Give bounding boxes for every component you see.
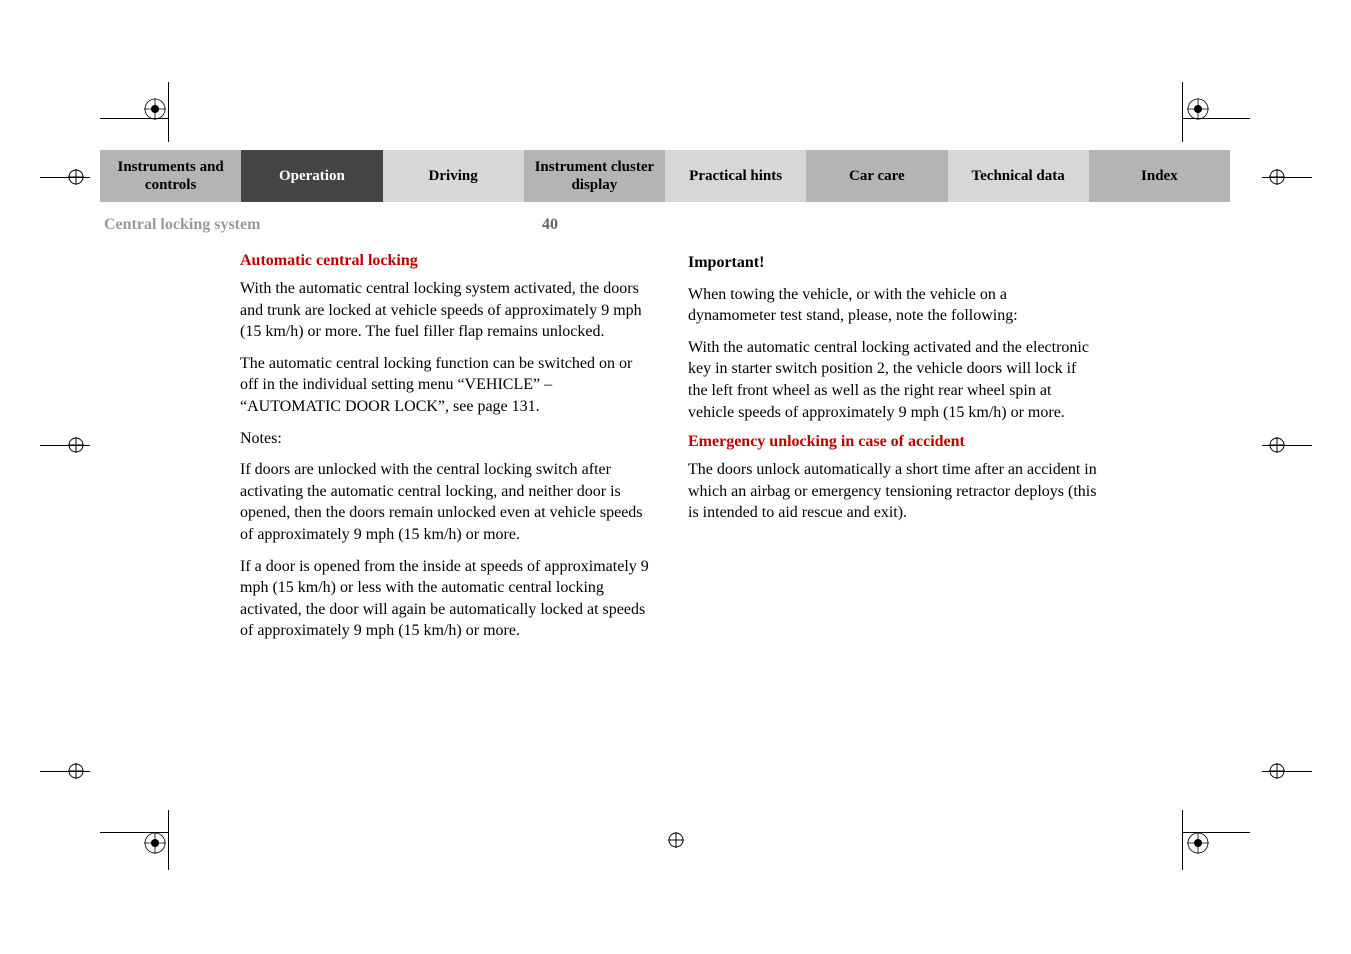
para-notes-2: If a door is opened from the inside at s… xyxy=(240,556,650,642)
page-header: Central locking system 40 xyxy=(100,216,1230,234)
label-notes: Notes: xyxy=(240,428,650,450)
page-number: 40 xyxy=(542,216,582,234)
label-important: Important! xyxy=(688,252,1098,274)
inner-rule-left-h xyxy=(100,118,168,119)
content-columns: Automatic central locking With the autom… xyxy=(100,242,1230,652)
crop-target-bottom xyxy=(668,832,684,848)
inner-rule-right-v2 xyxy=(1182,810,1183,870)
crop-line-tr-h xyxy=(1262,177,1312,178)
tab-bar: Instruments and controls Operation Drivi… xyxy=(100,150,1230,202)
inner-rule-left-v2 xyxy=(168,810,169,870)
para-important-2: With the automatic central locking activ… xyxy=(688,337,1098,423)
tab-driving[interactable]: Driving xyxy=(383,150,524,202)
tab-instruments-controls[interactable]: Instruments and controls xyxy=(100,150,241,202)
reg-mark-br xyxy=(1187,832,1209,854)
crop-line-mr-h xyxy=(1262,445,1312,446)
section-title: Central locking system xyxy=(100,216,542,234)
para-acl-switch: The automatic central locking function c… xyxy=(240,353,650,418)
page-frame: Instruments and controls Operation Drivi… xyxy=(100,150,1230,652)
para-emergency-unlocking: The doors unlock automatically a short t… xyxy=(688,459,1098,524)
reg-mark-tl xyxy=(144,98,166,120)
inner-rule-left-v xyxy=(168,82,169,142)
column-left: Automatic central locking With the autom… xyxy=(240,242,670,652)
para-important-1: When towing the vehicle, or with the veh… xyxy=(688,284,1098,327)
tab-operation[interactable]: Operation xyxy=(241,150,382,202)
para-acl-desc: With the automatic central locking syste… xyxy=(240,278,650,343)
inner-rule-right-v xyxy=(1182,82,1183,142)
tab-car-care[interactable]: Car care xyxy=(806,150,947,202)
reg-mark-tr xyxy=(1187,98,1209,120)
tab-index[interactable]: Index xyxy=(1089,150,1230,202)
crop-line-br-h xyxy=(1262,771,1312,772)
heading-automatic-central-locking: Automatic central locking xyxy=(240,252,650,270)
inner-rule-right-h xyxy=(1182,118,1250,119)
crop-line-tl-h xyxy=(40,177,90,178)
column-right: Important! When towing the vehicle, or w… xyxy=(688,242,1118,652)
inner-rule-right-h2 xyxy=(1182,832,1250,833)
crop-line-bl-h xyxy=(40,771,90,772)
reg-mark-bl xyxy=(144,832,166,854)
tab-technical-data[interactable]: Technical data xyxy=(948,150,1089,202)
inner-rule-left-h2 xyxy=(100,832,168,833)
crop-line-ml-h xyxy=(40,445,90,446)
para-notes-1: If doors are unlocked with the central l… xyxy=(240,459,650,545)
heading-emergency-unlocking: Emergency unlocking in case of accident xyxy=(688,433,1098,451)
tab-practical-hints[interactable]: Practical hints xyxy=(665,150,806,202)
tab-instrument-cluster[interactable]: Instrument cluster display xyxy=(524,150,665,202)
